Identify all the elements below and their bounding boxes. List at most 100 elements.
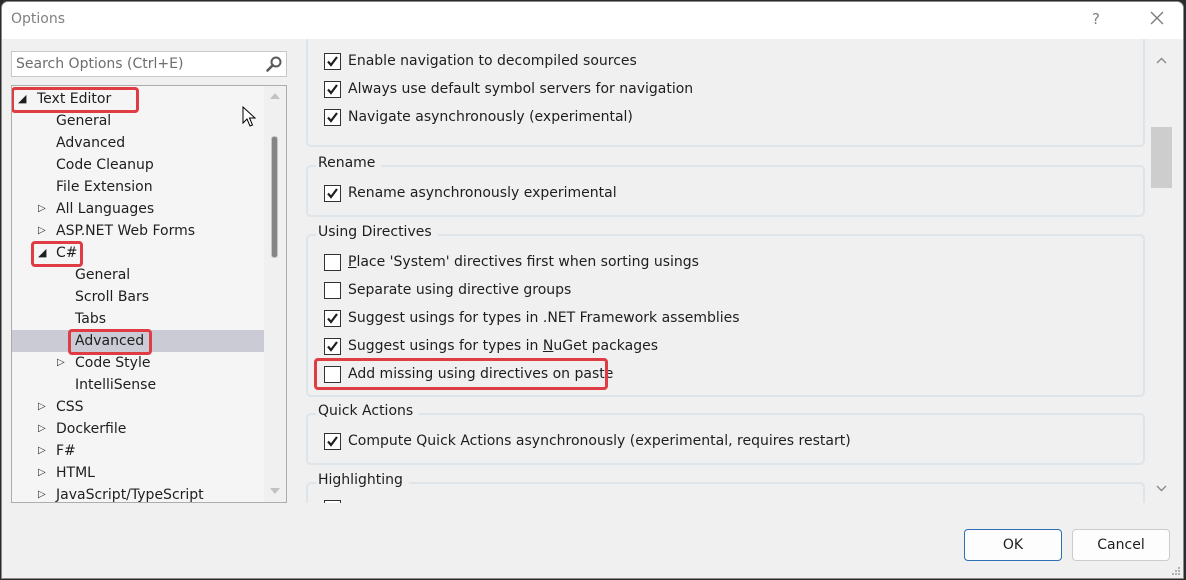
collapsed-arrow-icon[interactable]: ▷ [57, 352, 69, 374]
checkbox-checked[interactable] [324, 309, 341, 327]
close-icon [1150, 11, 1164, 25]
option-label: Add missing using directives on paste [348, 366, 613, 382]
option-label: Rename asynchronously experimental [348, 185, 617, 201]
tree-item[interactable]: General [12, 110, 264, 132]
option-checkbox-row[interactable]: Compute Quick Actions asynchronously (ex… [324, 431, 851, 451]
collapsed-arrow-icon[interactable]: ▷ [38, 484, 50, 502]
checkbox-unchecked[interactable] [324, 365, 341, 383]
tree-item-label: Advanced [75, 333, 145, 349]
tree-item-label: All Languages [56, 201, 155, 217]
checkbox-checked[interactable] [324, 108, 341, 126]
resize-grip-icon[interactable] [1171, 566, 1181, 576]
tree-item[interactable]: ◢ Text Editor [12, 88, 264, 110]
option-checkbox-row[interactable]: Always use default symbol servers for na… [324, 79, 693, 99]
group-box: Rename Rename asynchronously experimental [306, 154, 1145, 217]
option-checkbox-row[interactable]: Suggest usings for types in NuGet packag… [324, 336, 658, 356]
option-label-part: uGet packages [553, 338, 659, 354]
chevron-down-icon[interactable] [1156, 485, 1167, 492]
expanded-arrow-icon[interactable]: ◢ [38, 242, 50, 264]
chevron-up-icon[interactable] [1156, 57, 1167, 64]
tree-item[interactable]: ▷ ASP.NET Web Forms [12, 220, 264, 242]
tree-item[interactable]: ▷ F# [12, 440, 264, 462]
tree-item[interactable]: ▷ Dockerfile [12, 418, 264, 440]
checkbox-checked[interactable] [324, 184, 341, 202]
scroll-down-arrow-icon[interactable] [270, 488, 280, 494]
option-label-part: Suggest usings for types in [348, 338, 543, 354]
checkbox-checked[interactable] [324, 432, 341, 450]
tree-item-label: ASP.NET Web Forms [56, 223, 196, 239]
option-checkbox-row[interactable]: Navigate asynchronously (experimental) [324, 107, 633, 127]
cancel-button[interactable]: Cancel [1072, 529, 1170, 561]
collapsed-arrow-icon[interactable]: ▷ [38, 418, 50, 440]
tree-item[interactable]: ▷ All Languages [12, 198, 264, 220]
options-dialog: Options ? ◢ Text Editor General Advanced Cod… [1, 1, 1184, 579]
pane-scroll-thumb[interactable] [1151, 127, 1172, 188]
options-tree[interactable]: ◢ Text Editor General Advanced Code Cleanup F… [11, 85, 287, 503]
group-box: Quick Actions Compute Quick Actions async… [306, 402, 1145, 465]
checkbox-checked[interactable] [324, 337, 341, 355]
checkbox-partial[interactable] [324, 500, 341, 503]
collapsed-arrow-icon[interactable]: ▷ [38, 220, 50, 242]
tree-item-label: IntelliSense [75, 377, 157, 393]
option-label-part: lace 'System' directives first when sort… [356, 254, 699, 270]
tree-item-label: JavaScript/TypeScript [56, 487, 204, 503]
tree-item[interactable]: File Extension [12, 176, 264, 198]
tree-item-label: HTML [56, 465, 95, 481]
option-label: Place 'System' directives first when sor… [348, 254, 699, 270]
group-title: Using Directives [316, 223, 438, 241]
tree-item-label: Text Editor [37, 91, 112, 107]
help-button[interactable]: ? [1092, 10, 1100, 28]
tree-item-label: C# [56, 245, 78, 261]
option-checkbox-row[interactable]: Place 'System' directives first when sor… [324, 252, 699, 272]
settings-pane: Enable navigation to decompiled sources A… [298, 39, 1148, 503]
tree-item-label: Advanced [56, 135, 126, 151]
tree-item[interactable]: ◢ C# [12, 242, 264, 264]
search-input[interactable] [16, 54, 256, 74]
tree-item[interactable]: IntelliSense [12, 374, 264, 396]
tree-scrollbar[interactable] [264, 86, 286, 502]
tree-item[interactable]: ▷ CSS [12, 396, 264, 418]
ok-button[interactable]: OK [964, 529, 1062, 561]
group-title: Quick Actions [316, 402, 420, 420]
tree-item[interactable]: Tabs [12, 308, 264, 330]
search-icon[interactable] [265, 55, 283, 73]
pane-scrollbar[interactable] [1148, 47, 1174, 503]
option-label: Navigate asynchronously (experimental) [348, 109, 633, 125]
option-checkbox-row[interactable]: Separate using directive groups [324, 280, 571, 300]
option-label: Suggest usings for types in .NET Framewo… [348, 310, 740, 326]
tree-scroll-thumb[interactable] [271, 136, 278, 258]
checkbox-checked[interactable] [324, 80, 341, 98]
group-box: Highlighting [306, 471, 1145, 503]
tree-item[interactable]: Advanced [12, 330, 264, 352]
expanded-arrow-icon[interactable]: ◢ [18, 88, 30, 110]
tree-item-label: Code Cleanup [56, 157, 154, 173]
option-checkbox-row[interactable]: Suggest usings for types in .NET Framewo… [324, 308, 740, 328]
tree-item[interactable]: ▷ JavaScript/TypeScript [12, 484, 264, 503]
collapsed-arrow-icon[interactable]: ▷ [38, 440, 50, 462]
tree-item[interactable]: Advanced [12, 132, 264, 154]
checkbox-checked[interactable] [324, 52, 341, 70]
option-checkbox-row[interactable]: Enable navigation to decompiled sources [324, 51, 637, 71]
scroll-up-arrow-icon[interactable] [270, 93, 280, 99]
collapsed-arrow-icon[interactable]: ▷ [38, 198, 50, 220]
tree-item-label: Scroll Bars [75, 289, 150, 305]
close-button[interactable] [1147, 8, 1167, 28]
checkbox-unchecked[interactable] [324, 253, 341, 271]
tree-item-label: Tabs [75, 311, 106, 327]
tree-item-label: File Extension [56, 179, 153, 195]
collapsed-arrow-icon[interactable]: ▷ [38, 462, 50, 484]
option-label: Always use default symbol servers for na… [348, 81, 694, 97]
option-label: Separate using directive groups [348, 282, 571, 298]
tree-item[interactable]: Code Cleanup [12, 154, 264, 176]
tree-item[interactable]: ▷ Code Style [12, 352, 264, 374]
option-label: Enable navigation to decompiled sources [348, 53, 637, 69]
search-box[interactable] [11, 51, 287, 77]
tree-item[interactable]: General [12, 264, 264, 286]
group-title: Rename [316, 154, 382, 172]
option-checkbox-row[interactable]: Add missing using directives on paste [324, 364, 613, 384]
checkbox-unchecked[interactable] [324, 281, 341, 299]
collapsed-arrow-icon[interactable]: ▷ [38, 396, 50, 418]
tree-item[interactable]: ▷ HTML [12, 462, 264, 484]
option-checkbox-row[interactable]: Rename asynchronously experimental [324, 183, 617, 203]
tree-item[interactable]: Scroll Bars [12, 286, 264, 308]
